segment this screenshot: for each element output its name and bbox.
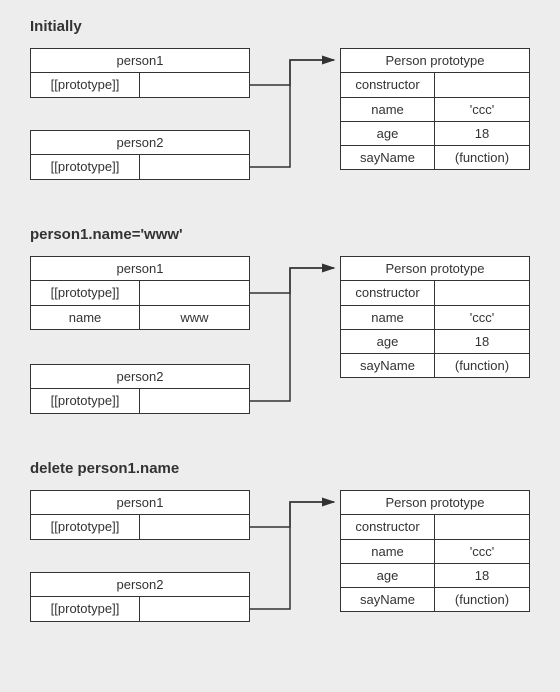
proto-key: sayName (341, 588, 435, 611)
arrow-icon (250, 502, 334, 609)
prototype-slot-val (140, 281, 249, 305)
prototype-label: Person prototype (341, 491, 529, 515)
own-prop-key: name (31, 306, 140, 329)
prototype-slot-val (140, 155, 249, 179)
person2-label: person2 (31, 573, 249, 597)
prototype-table: Person prototype constructor name 'ccc' … (340, 256, 530, 378)
arrow-icon (250, 502, 334, 527)
arrow-icon (250, 60, 334, 85)
proto-val: 'ccc' (435, 306, 529, 329)
proto-key: age (341, 564, 435, 587)
prototype-slot-val (140, 73, 249, 97)
proto-val: 'ccc' (435, 540, 529, 563)
prototype-slot-val (140, 597, 249, 621)
person2-table: person2 [[prototype]] (30, 364, 250, 414)
person1-label: person1 (31, 49, 249, 73)
person1-label: person1 (31, 491, 249, 515)
person1-table: person1 [[prototype]] (30, 490, 250, 540)
proto-val (435, 281, 529, 305)
proto-val (435, 73, 529, 97)
prototype-slot-key: [[prototype]] (31, 281, 140, 305)
prototype-slot-key: [[prototype]] (31, 73, 140, 97)
person2-table: person2 [[prototype]] (30, 130, 250, 180)
proto-key: name (341, 98, 435, 121)
section-title: Initially (30, 18, 82, 35)
person2-label: person2 (31, 365, 249, 389)
proto-val: (function) (435, 146, 529, 169)
prototype-slot-key: [[prototype]] (31, 389, 140, 413)
prototype-slot-key: [[prototype]] (31, 597, 140, 621)
prototype-slot-key: [[prototype]] (31, 155, 140, 179)
prototype-slot-val (140, 515, 249, 539)
arrow-icon (250, 268, 334, 401)
proto-key: constructor (341, 281, 435, 305)
own-prop-val: www (140, 306, 249, 329)
prototype-slot-val (140, 389, 249, 413)
proto-val (435, 515, 529, 539)
proto-key: constructor (341, 73, 435, 97)
proto-val: 18 (435, 122, 529, 145)
proto-val: (function) (435, 588, 529, 611)
prototype-label: Person prototype (341, 49, 529, 73)
prototype-label: Person prototype (341, 257, 529, 281)
section-title: delete person1.name (30, 460, 179, 477)
person1-label: person1 (31, 257, 249, 281)
proto-key: age (341, 122, 435, 145)
person1-table: person1 [[prototype]] (30, 48, 250, 98)
arrow-icon (250, 268, 334, 293)
arrow-icon (250, 60, 334, 167)
person1-table: person1 [[prototype]] name www (30, 256, 250, 330)
proto-key: name (341, 306, 435, 329)
prototype-table: Person prototype constructor name 'ccc' … (340, 490, 530, 612)
proto-key: constructor (341, 515, 435, 539)
proto-key: sayName (341, 354, 435, 377)
proto-key: sayName (341, 146, 435, 169)
proto-key: age (341, 330, 435, 353)
person2-label: person2 (31, 131, 249, 155)
prototype-table: Person prototype constructor name 'ccc' … (340, 48, 530, 170)
section-title: person1.name='www' (30, 226, 183, 243)
proto-key: name (341, 540, 435, 563)
proto-val: 'ccc' (435, 98, 529, 121)
proto-val: (function) (435, 354, 529, 377)
prototype-slot-key: [[prototype]] (31, 515, 140, 539)
person2-table: person2 [[prototype]] (30, 572, 250, 622)
proto-val: 18 (435, 330, 529, 353)
proto-val: 18 (435, 564, 529, 587)
